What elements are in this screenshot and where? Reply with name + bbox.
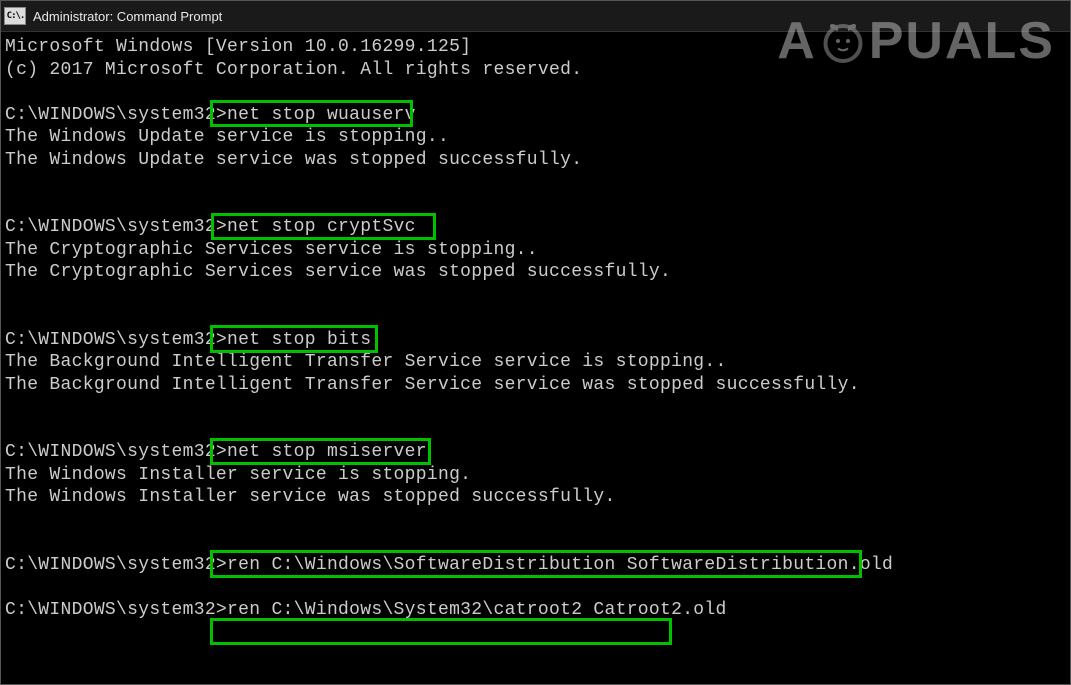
terminal-line: The Windows Update service is stopping.. xyxy=(5,126,1066,149)
terminal-output[interactable]: Microsoft Windows [Version 10.0.16299.12… xyxy=(1,32,1070,625)
terminal-line: C:\WINDOWS\system32>net stop msiserver xyxy=(5,441,1066,464)
terminal-line: C:\WINDOWS\system32>net stop wuauserv xyxy=(5,104,1066,127)
terminal-line xyxy=(5,419,1066,442)
terminal-line: The Windows Update service was stopped s… xyxy=(5,149,1066,172)
terminal-line: (c) 2017 Microsoft Corporation. All righ… xyxy=(5,59,1066,82)
window-title: Administrator: Command Prompt xyxy=(33,9,222,24)
terminal-line: The Cryptographic Services service is st… xyxy=(5,239,1066,262)
terminal-line xyxy=(5,171,1066,194)
terminal-line: The Cryptographic Services service was s… xyxy=(5,261,1066,284)
terminal-line xyxy=(5,396,1066,419)
terminal-line xyxy=(5,509,1066,532)
terminal-line xyxy=(5,576,1066,599)
terminal-line xyxy=(5,306,1066,329)
terminal-line xyxy=(5,284,1066,307)
terminal-line: Microsoft Windows [Version 10.0.16299.12… xyxy=(5,36,1066,59)
terminal-line xyxy=(5,531,1066,554)
terminal-line: The Background Intelligent Transfer Serv… xyxy=(5,351,1066,374)
terminal-line: The Background Intelligent Transfer Serv… xyxy=(5,374,1066,397)
terminal-line: C:\WINDOWS\system32>ren C:\Windows\Softw… xyxy=(5,554,1066,577)
terminal-line: The Windows Installer service was stoppe… xyxy=(5,486,1066,509)
cmd-icon: C:\. xyxy=(4,7,26,25)
terminal-line: C:\WINDOWS\system32>net stop cryptSvc xyxy=(5,216,1066,239)
terminal-line: C:\WINDOWS\system32>ren C:\Windows\Syste… xyxy=(5,599,1066,622)
terminal-line: C:\WINDOWS\system32>net stop bits xyxy=(5,329,1066,352)
terminal-line xyxy=(5,81,1066,104)
terminal-line: The Windows Installer service is stoppin… xyxy=(5,464,1066,487)
terminal-line xyxy=(5,194,1066,217)
